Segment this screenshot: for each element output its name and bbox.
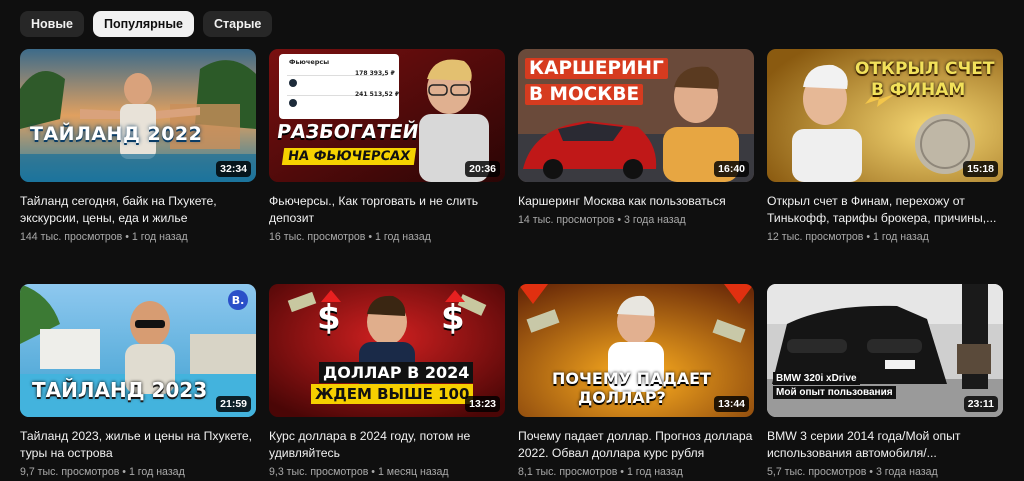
video-title[interactable]: Курс доллара в 2024 году, потом не удивл…	[269, 428, 505, 462]
thumbnail-caption: $	[317, 298, 341, 338]
sort-filter-chips: Новые Популярные Старые	[20, 11, 273, 37]
thumbnail-caption: НА ФЬЮЧЕРСАХ	[281, 148, 417, 165]
thumbnail-caption: В ФИНАМ	[871, 80, 966, 100]
filter-popular-chip[interactable]: Популярные	[92, 11, 194, 37]
video-meta: 9,7 тыс. просмотров • 1 год назад	[20, 466, 185, 478]
upload-age: 1 год назад	[375, 231, 431, 243]
video-thumbnail[interactable]: BMW 320i xDrive Мой опыт пользования 23:…	[767, 284, 1003, 417]
upload-age: 1 год назад	[128, 466, 185, 478]
video-duration: 15:18	[963, 161, 998, 177]
filter-old-chip[interactable]: Старые	[203, 11, 273, 37]
thumbnail-caption: Фьючерсы	[289, 58, 330, 66]
upload-age: 1 год назад	[626, 466, 683, 478]
video-card[interactable]: ОТКРЫЛ СЧЕТ В ФИНАМ 15:18 Открыл счет в …	[767, 49, 1003, 243]
view-count: 14 тыс. просмотров	[518, 214, 615, 226]
thumbnail-caption: КАРШЕРИНГ	[525, 58, 668, 79]
upload-age: 1 год назад	[131, 231, 188, 243]
video-meta: 16 тыс. просмотров • 1 год назад	[269, 231, 431, 243]
video-title[interactable]: BMW 3 серии 2014 года/Мой опыт использов…	[767, 428, 1003, 462]
video-title[interactable]: Тайланд 2023, жилье и цены на Пхукете, т…	[20, 428, 256, 462]
video-duration: 21:59	[216, 396, 251, 412]
video-card[interactable]: ПОЧЕМУ ПАДАЕТ ДОЛЛАР? 13:44 Почему падае…	[518, 284, 754, 478]
thumbnail-caption: 241 513,52 ₽	[355, 91, 400, 98]
filter-new-chip[interactable]: Новые	[20, 11, 84, 37]
video-card[interactable]: BMW 320i xDrive Мой опыт пользования 23:…	[767, 284, 1003, 478]
video-card[interactable]: КАРШЕРИНГ В МОСКВЕ 16:40 Каршеринг Москв…	[518, 49, 754, 243]
video-meta: 9,3 тыс. просмотров • 1 месяц назад	[269, 466, 449, 478]
video-meta: 144 тыс. просмотров • 1 год назад	[20, 231, 188, 243]
thumbnail-caption: ПОЧЕМУ ПАДАЕТ	[552, 369, 711, 388]
view-count: 9,7 тыс. просмотров	[20, 466, 120, 478]
video-card[interactable]: Фьючерсы 178 393,5 ₽ 241 513,52 ₽ РАЗБОГ…	[269, 49, 505, 243]
thumbnail-caption: ТАЙЛАНД 2022	[30, 123, 203, 145]
thumbnail-caption: В МОСКВЕ	[525, 84, 644, 105]
video-thumbnail[interactable]: ОТКРЫЛ СЧЕТ В ФИНАМ 15:18	[767, 49, 1003, 182]
view-count: 5,7 тыс. просмотров	[767, 466, 867, 478]
video-duration: 20:36	[465, 161, 500, 177]
thumbnail-caption: ОТКРЫЛ СЧЕТ	[855, 59, 995, 79]
thumbnail-caption: ЖДЕМ ВЫШЕ 100	[311, 384, 474, 404]
thumbnail-caption: Мой опыт пользования	[773, 386, 896, 399]
video-title[interactable]: Фьючерсы., Как торговать и не слить депо…	[269, 193, 505, 227]
video-meta: 8,1 тыс. просмотров • 1 год назад	[518, 466, 683, 478]
view-count: 12 тыс. просмотров	[767, 231, 864, 243]
thumbnail-caption: $	[441, 298, 465, 338]
video-title[interactable]: Почему падает доллар. Прогноз доллара 20…	[518, 428, 754, 462]
video-thumbnail[interactable]: B. ТАЙЛАНД 2023 21:59	[20, 284, 256, 417]
video-thumbnail[interactable]: $ $ ДОЛЛАР В 2024 ЖДЕМ ВЫШЕ 100 13:23	[269, 284, 505, 417]
video-thumbnail[interactable]: ПОЧЕМУ ПАДАЕТ ДОЛЛАР? 13:44	[518, 284, 754, 417]
view-count: 9,3 тыс. просмотров	[269, 466, 369, 478]
video-duration: 32:34	[216, 161, 251, 177]
video-title[interactable]: Каршеринг Москва как пользоваться	[518, 193, 754, 210]
video-thumbnail[interactable]: ТАЙЛАНД 2022 32:34	[20, 49, 256, 182]
video-card[interactable]: B. ТАЙЛАНД 2023 21:59 Тайланд 2023, жиль…	[20, 284, 256, 478]
video-duration: 13:23	[465, 396, 500, 412]
video-grid: ТАЙЛАНД 2022 32:34 Тайланд сегодня, байк…	[20, 49, 1003, 478]
video-duration: 13:44	[714, 396, 749, 412]
thumbnail-caption: ДОЛЛАР?	[578, 388, 666, 407]
channel-badge-icon: B.	[228, 290, 248, 310]
view-count: 8,1 тыс. просмотров	[518, 466, 618, 478]
video-meta: 14 тыс. просмотров • 3 года назад	[518, 214, 686, 226]
view-count: 144 тыс. просмотров	[20, 231, 123, 243]
thumbnail-caption: 178 393,5 ₽	[355, 70, 395, 77]
video-duration: 23:11	[963, 396, 998, 412]
video-thumbnail[interactable]: КАРШЕРИНГ В МОСКВЕ 16:40	[518, 49, 754, 182]
view-count: 16 тыс. просмотров	[269, 231, 366, 243]
thumbnail-caption: BMW 320i xDrive	[773, 372, 860, 385]
video-duration: 16:40	[714, 161, 749, 177]
upload-age: 3 года назад	[624, 214, 686, 226]
video-thumbnail[interactable]: Фьючерсы 178 393,5 ₽ 241 513,52 ₽ РАЗБОГ…	[269, 49, 505, 182]
video-meta: 12 тыс. просмотров • 1 год назад	[767, 231, 929, 243]
video-card[interactable]: ТАЙЛАНД 2022 32:34 Тайланд сегодня, байк…	[20, 49, 256, 243]
thumbnail-caption: ТАЙЛАНД 2023	[32, 378, 208, 402]
thumbnail-caption: ДОЛЛАР В 2024	[319, 362, 474, 383]
thumbnail-caption: РАЗБОГАТЕЙ	[275, 121, 420, 143]
upload-age: 1 год назад	[873, 231, 929, 243]
upload-age: 1 месяц назад	[377, 466, 449, 478]
video-card[interactable]: $ $ ДОЛЛАР В 2024 ЖДЕМ ВЫШЕ 100 13:23 Ку…	[269, 284, 505, 478]
video-meta: 5,7 тыс. просмотров • 3 года назад	[767, 466, 938, 478]
video-title[interactable]: Тайланд сегодня, байк на Пхукете, экскур…	[20, 193, 256, 227]
video-title[interactable]: Открыл счет в Финам, перехожу от Тинькоф…	[767, 193, 1003, 227]
upload-age: 3 года назад	[875, 466, 938, 478]
